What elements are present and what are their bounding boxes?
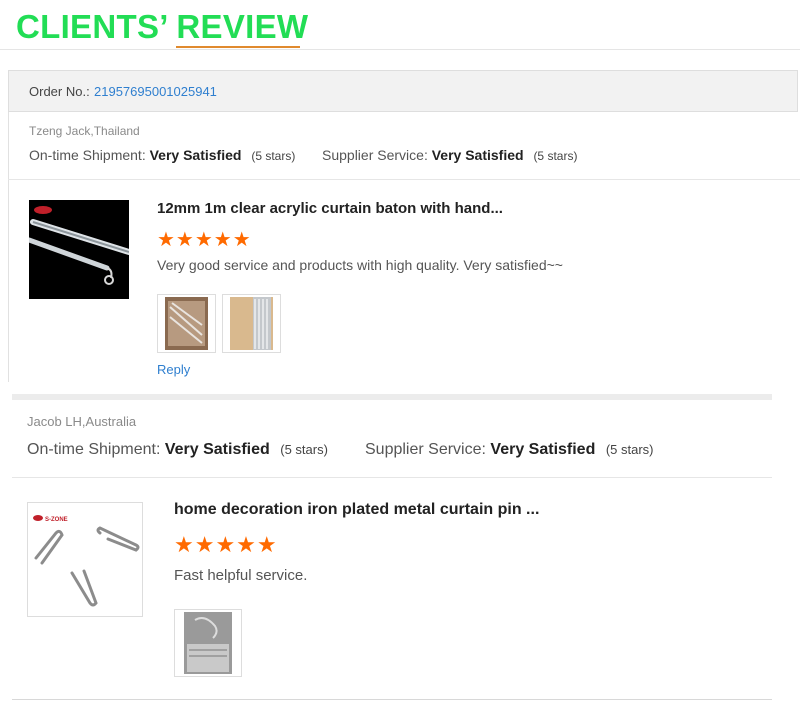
supplier-value: Very Satisfied	[490, 441, 596, 458]
card-top-border	[12, 394, 772, 400]
supplier-label: Supplier Service:	[322, 147, 428, 163]
shipment-value: Very Satisfied	[149, 147, 242, 163]
reply-link[interactable]: Reply	[157, 362, 190, 377]
product-thumbnail[interactable]: S-ZONE	[27, 502, 143, 617]
review-comment: Very good service and products with high…	[157, 257, 563, 273]
heading-underline	[176, 46, 300, 48]
brand-logo-text: S-ZONE	[45, 517, 68, 523]
curtain-pin-image: S-ZONE	[28, 503, 142, 616]
divider	[12, 699, 772, 700]
shipment-value: Very Satisfied	[164, 441, 270, 458]
shipment-rating: On-time Shipment: Very Satisfied (5 star…	[27, 441, 328, 459]
supplier-stars-note: (5 stars)	[605, 442, 654, 457]
order-label: Order No.:	[29, 84, 90, 99]
review-photo[interactable]	[222, 294, 281, 353]
shipment-rating: On-time Shipment: Very Satisfied (5 star…	[29, 147, 295, 163]
star-rating: ★★★★★	[157, 229, 252, 251]
supplier-rating: Supplier Service: Very Satisfied (5 star…	[365, 441, 653, 459]
product-thumbnail[interactable]	[26, 200, 132, 299]
curtain-baton-image	[26, 200, 132, 299]
supplier-rating: Supplier Service: Very Satisfied (5 star…	[322, 147, 577, 163]
shipment-label: On-time Shipment:	[27, 441, 161, 458]
supplier-value: Very Satisfied	[431, 147, 524, 163]
product-title-link[interactable]: home decoration iron plated metal curtai…	[174, 501, 539, 519]
review-photo[interactable]	[157, 294, 216, 353]
supplier-label: Supplier Service:	[365, 441, 486, 458]
reviewer-name: Jacob LH,Australia	[27, 414, 137, 429]
photo-thumbnail-image	[158, 295, 215, 352]
product-title-link[interactable]: 12mm 1m clear acrylic curtain baton with…	[157, 200, 503, 217]
divider	[12, 477, 772, 478]
review-comment: Fast helpful service.	[174, 567, 308, 584]
section-heading: CLIENTS’ REVIEW	[16, 8, 309, 45]
supplier-stars-note: (5 stars)	[533, 149, 578, 163]
photo-thumbnail-image	[223, 295, 280, 352]
reviewer-name: Tzeng Jack,Thailand	[29, 124, 140, 138]
divider	[8, 179, 800, 180]
photo-thumbnail-image	[175, 610, 241, 676]
shipment-label: On-time Shipment:	[29, 147, 146, 163]
section-gap	[0, 383, 800, 393]
brand-logo-icon	[33, 515, 43, 521]
shipment-stars-note: (5 stars)	[280, 442, 328, 457]
star-rating: ★★★★★	[174, 532, 278, 557]
order-number-link[interactable]: 21957695001025941	[94, 84, 217, 99]
shipment-stars-note: (5 stars)	[251, 149, 296, 163]
review-photo[interactable]	[174, 609, 242, 677]
top-divider	[0, 49, 800, 50]
